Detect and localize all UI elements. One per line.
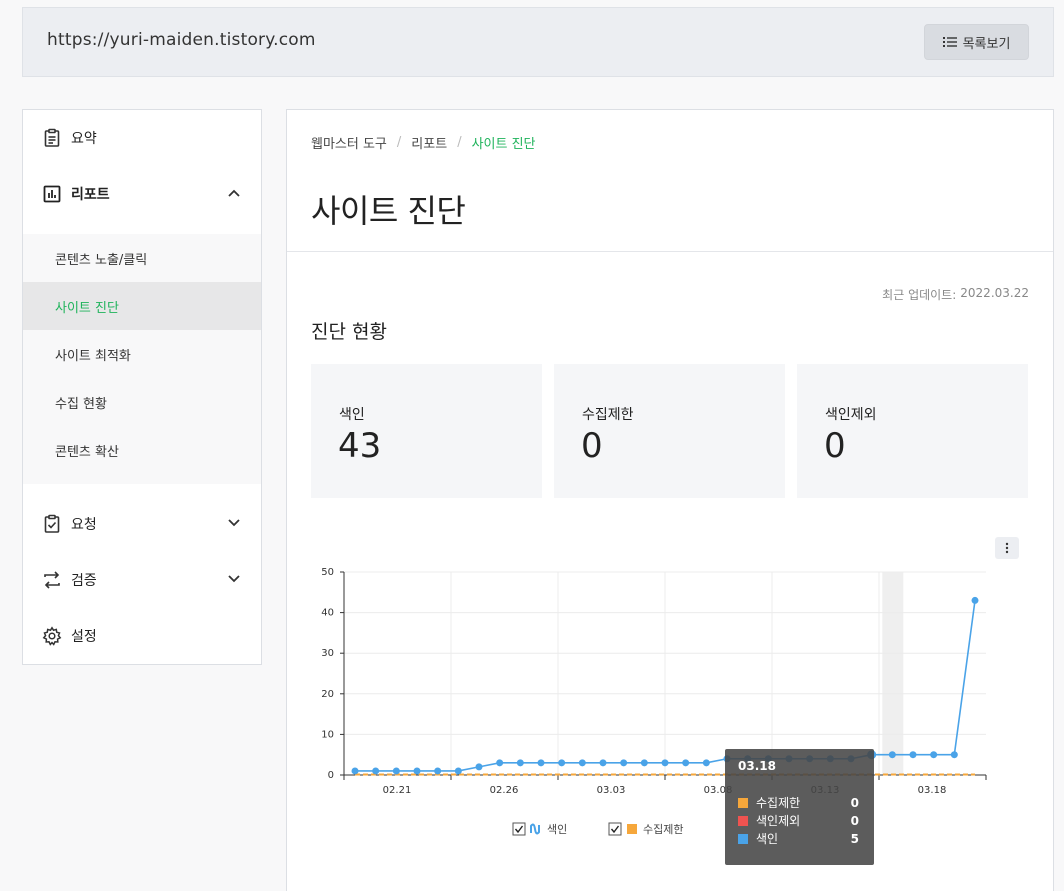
sidebar-item-report[interactable]: 리포트: [23, 166, 261, 222]
tooltip-series-name: 색인: [756, 832, 778, 846]
clipboard-icon: [41, 127, 63, 149]
data-point[interactable]: [537, 759, 545, 767]
data-point[interactable]: [950, 751, 958, 759]
tooltip-swatch: [738, 798, 748, 808]
x-tick-label: 02.26: [490, 785, 519, 796]
sidebar-subitem-content-spread[interactable]: 콘텐츠 확산: [23, 426, 261, 474]
data-point[interactable]: [475, 763, 483, 771]
y-tick-label: 10: [321, 729, 334, 740]
data-point[interactable]: [392, 767, 400, 775]
gear-icon: [41, 625, 63, 647]
legend-checkbox[interactable]: [512, 822, 526, 836]
data-point[interactable]: [682, 759, 690, 767]
data-point[interactable]: [516, 759, 524, 767]
tooltip-series-value: 0: [851, 814, 859, 828]
sidebar-item-verify[interactable]: 검증: [23, 552, 261, 608]
data-point[interactable]: [620, 759, 628, 767]
sidebar-item-label: 설정: [71, 629, 97, 645]
data-point[interactable]: [413, 767, 421, 775]
data-point[interactable]: [434, 767, 442, 775]
y-tick-label: 0: [328, 770, 334, 781]
data-point[interactable]: [351, 767, 359, 775]
tooltip-series-name: 색인제외: [756, 814, 800, 828]
y-tick-label: 40: [321, 608, 334, 619]
clipboard-check-icon: [41, 513, 63, 535]
report-submenu: 콘텐츠 노출/클릭 사이트 진단 사이트 최적화 수집 현황 콘텐츠 확산: [23, 234, 261, 484]
sidebar: 요약 리포트 콘텐츠 노출/클릭 사이트 진단 사이트 최적화 수집 현황 콘텐…: [22, 109, 262, 665]
list-icon: [942, 37, 957, 47]
chevron-up-icon: [228, 189, 240, 197]
tooltip-series-name: 수집제한: [756, 796, 800, 810]
y-tick-label: 50: [321, 567, 334, 578]
sidebar-subitem-collection-status[interactable]: 수집 현황: [23, 378, 261, 426]
list-view-button[interactable]: 목록보기: [924, 24, 1029, 60]
data-point[interactable]: [454, 767, 462, 775]
data-point[interactable]: [496, 759, 504, 767]
x-tick-label: 02.21: [383, 785, 412, 796]
sidebar-item-settings[interactable]: 설정: [23, 608, 261, 664]
sidebar-subitem-site-optimization[interactable]: 사이트 최적화: [23, 330, 261, 378]
data-point[interactable]: [661, 759, 669, 767]
main-panel: 웹마스터 도구 / 리포트 / 사이트 진단 사이트 진단 최근 업데이트: 2…: [286, 109, 1054, 891]
sidebar-item-label: 요청: [71, 517, 97, 533]
top-bar: https://yuri-maiden.tistory.com 목록보기: [22, 7, 1054, 77]
data-point[interactable]: [702, 759, 710, 767]
legend-checkbox[interactable]: [608, 822, 622, 836]
data-point[interactable]: [372, 767, 380, 775]
site-url: https://yuri-maiden.tistory.com: [47, 30, 316, 50]
sidebar-item-label: 리포트: [71, 187, 110, 203]
hover-band: [882, 572, 904, 775]
sidebar-subitem-content-exposure[interactable]: 콘텐츠 노출/클릭: [23, 234, 261, 282]
legend-label: 색인: [547, 823, 567, 836]
data-point[interactable]: [578, 759, 586, 767]
data-point[interactable]: [640, 759, 648, 767]
legend-label: 수집제한: [643, 823, 683, 836]
data-point[interactable]: [558, 759, 566, 767]
bar-chart-icon: [41, 183, 63, 205]
data-point[interactable]: [971, 596, 979, 604]
y-tick-label: 30: [321, 648, 334, 659]
sidebar-item-summary[interactable]: 요약: [23, 110, 261, 166]
data-point[interactable]: [599, 759, 607, 767]
sidebar-item-label: 검증: [71, 573, 97, 589]
chevron-down-icon: [228, 575, 240, 583]
x-tick-label: 03.03: [597, 785, 626, 796]
list-view-button-label: 목록보기: [962, 36, 1011, 52]
sidebar-subitem-site-diagnosis[interactable]: 사이트 진단: [23, 282, 261, 330]
data-point[interactable]: [888, 751, 896, 759]
index-trend-chart: 0102030405002.2102.2603.0303.0803.1303.1…: [321, 567, 987, 865]
tooltip-swatch: [738, 816, 748, 826]
legend-swatch: [627, 824, 637, 834]
tooltip-date: 03.18: [738, 759, 776, 773]
data-point[interactable]: [930, 751, 938, 759]
tooltip-series-value: 5: [851, 832, 859, 846]
chevron-down-icon: [228, 519, 240, 527]
data-point[interactable]: [909, 751, 917, 759]
swap-arrows-icon: [41, 569, 63, 591]
tooltip-swatch: [738, 834, 748, 844]
legend-line-swatch: [530, 823, 540, 835]
tooltip-series-value: 0: [851, 796, 859, 810]
x-tick-label: 03.18: [918, 785, 947, 796]
y-tick-label: 20: [321, 689, 334, 700]
sidebar-item-label: 요약: [71, 131, 97, 147]
sidebar-item-request[interactable]: 요청: [23, 496, 261, 552]
